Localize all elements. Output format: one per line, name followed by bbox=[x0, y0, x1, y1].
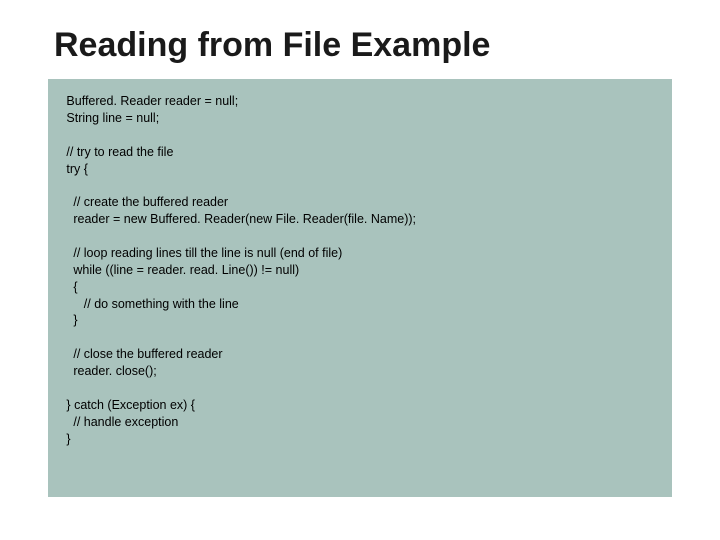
slide-title: Reading from File Example bbox=[54, 26, 672, 65]
code-block: Buffered. Reader reader = null; String l… bbox=[48, 79, 672, 497]
slide: Reading from File Example Buffered. Read… bbox=[0, 0, 720, 540]
